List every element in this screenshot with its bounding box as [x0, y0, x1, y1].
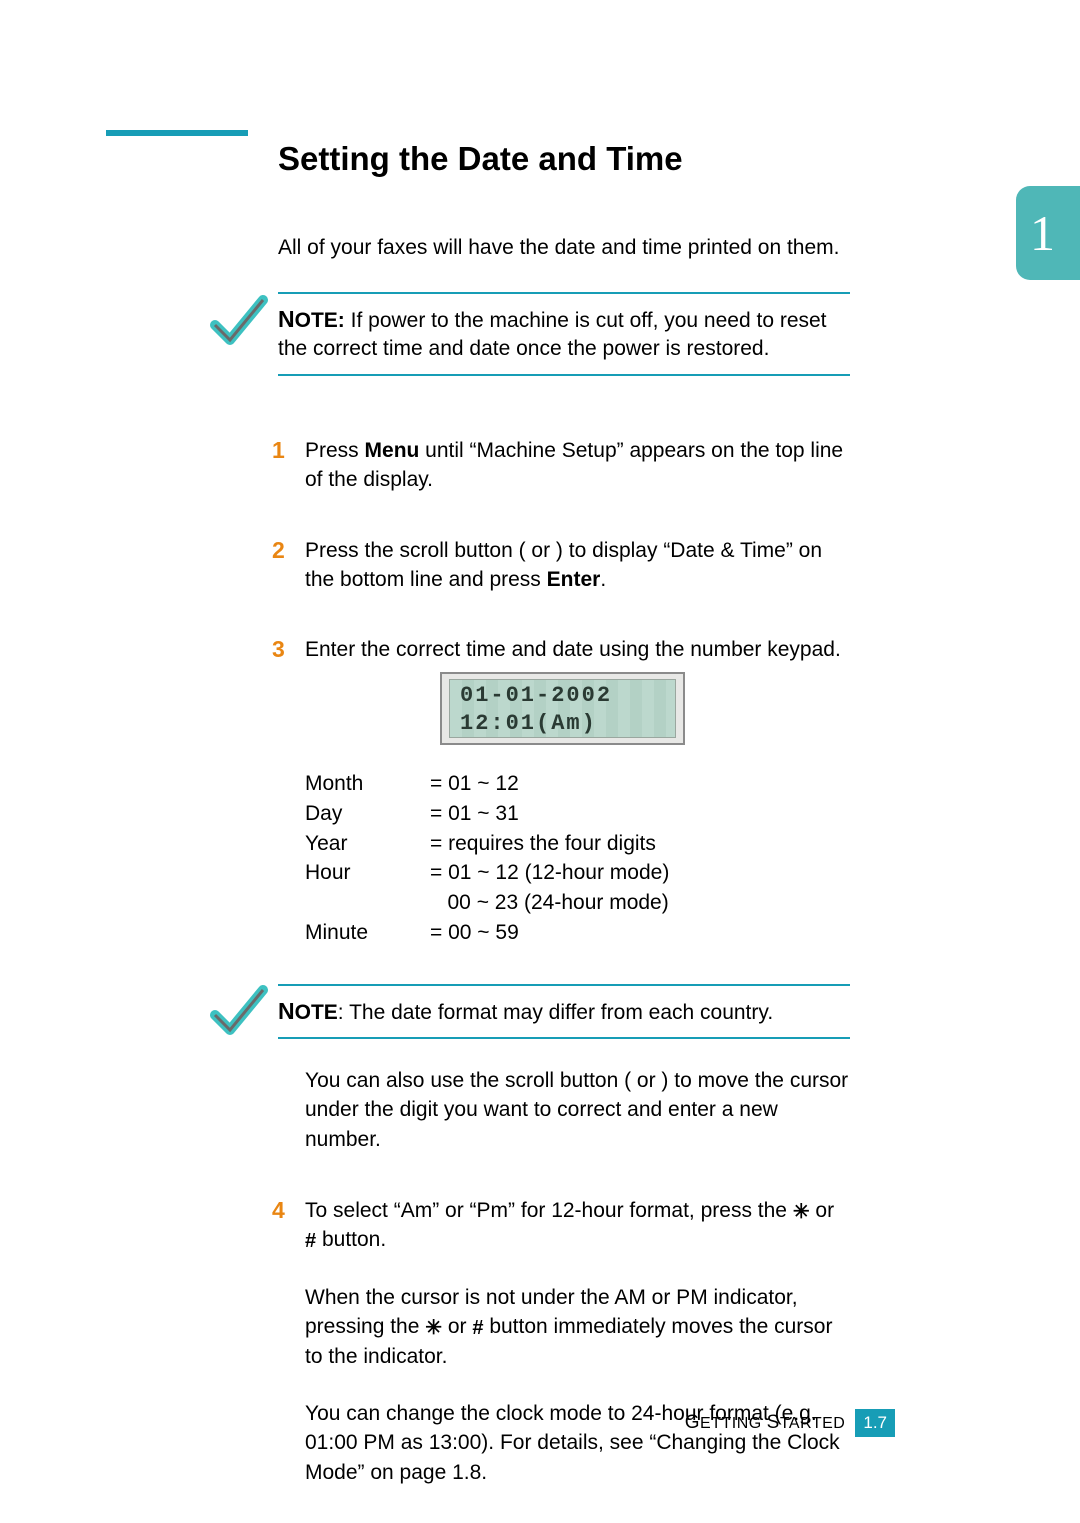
- asterisk-icon: ✳: [425, 1317, 442, 1339]
- range-value: = 01 ~ 12: [430, 769, 850, 799]
- intro-paragraph: All of your faxes will have the date and…: [278, 234, 850, 262]
- keyword-enter: Enter: [547, 568, 601, 591]
- check-icon: [208, 982, 268, 1042]
- paragraph: When the cursor is not under the AM or P…: [305, 1283, 850, 1371]
- chapter-thumb-tab: 1: [1016, 186, 1080, 280]
- step-3: 3 Enter the correct time and date using …: [305, 635, 850, 664]
- range-value: = 01 ~ 31: [430, 799, 850, 829]
- range-value: = 00 ~ 59: [430, 918, 850, 948]
- range-value: 00 ~ 23 (24-hour mode): [430, 888, 850, 918]
- text: or: [810, 1199, 835, 1222]
- note-block: NOTE: The date format may differ from ea…: [278, 984, 850, 1039]
- asterisk-icon: ✳: [793, 1201, 810, 1223]
- range-label: [305, 888, 430, 918]
- note-text: If power to the machine is cut off, you …: [278, 309, 827, 360]
- note-label: NOTE:: [278, 309, 345, 332]
- step-number: 2: [272, 534, 285, 566]
- note-block: NOTE: If power to the machine is cut off…: [278, 292, 850, 376]
- hash-icon: #: [472, 1317, 483, 1339]
- step-2: 2 Press the scroll button ( or ) to disp…: [305, 536, 850, 595]
- text: .: [600, 568, 606, 591]
- note-label: NOTE: [278, 1001, 338, 1024]
- chapter-number: 1: [1030, 204, 1055, 262]
- lcd-line-2: 12:01(Am): [460, 710, 665, 738]
- step-number: 1: [272, 434, 285, 466]
- range-label: Year: [305, 829, 430, 859]
- hash-icon: #: [305, 1230, 316, 1252]
- manual-page: 1 Setting the Date and Time All of your …: [0, 0, 1080, 1523]
- range-label: Day: [305, 799, 430, 829]
- range-value: = requires the four digits: [430, 829, 850, 859]
- text: button.: [316, 1228, 386, 1251]
- lcd-inner: 01-01-2002 12:01(Am): [449, 679, 676, 738]
- step-number: 4: [272, 1194, 285, 1226]
- lcd-line-1: 01-01-2002: [460, 682, 665, 710]
- range-label: Hour: [305, 858, 430, 888]
- note-text: : The date format may differ from each c…: [338, 1001, 773, 1024]
- check-icon: [208, 292, 268, 352]
- page-number-box: 1.7: [855, 1409, 895, 1437]
- step-number: 3: [272, 633, 285, 665]
- range-label: Minute: [305, 918, 430, 948]
- lcd-display: 01-01-2002 12:01(Am): [440, 672, 685, 745]
- step-1: 1 Press Menu until “Machine Setup” appea…: [305, 436, 850, 495]
- accent-bar: [106, 130, 248, 136]
- range-label: Month: [305, 769, 430, 799]
- value-ranges: Month= 01 ~ 12 Day= 01 ~ 31 Year= requir…: [305, 769, 850, 948]
- keyword-menu: Menu: [365, 439, 420, 462]
- text: To select “Am” or “Pm” for 12-hour forma…: [305, 1199, 793, 1222]
- page-footer: GETTING STARTED 1.7: [685, 1409, 895, 1437]
- step-4: 4 To select “Am” or “Pm” for 12-hour for…: [305, 1196, 850, 1487]
- paragraph: You can also use the scroll button ( or …: [305, 1066, 850, 1154]
- section-name: GETTING STARTED: [685, 1412, 846, 1434]
- page-title: Setting the Date and Time: [278, 140, 683, 178]
- range-value: = 01 ~ 12 (12-hour mode): [430, 858, 850, 888]
- text: Press: [305, 439, 365, 462]
- text: Enter the correct time and date using th…: [305, 638, 841, 661]
